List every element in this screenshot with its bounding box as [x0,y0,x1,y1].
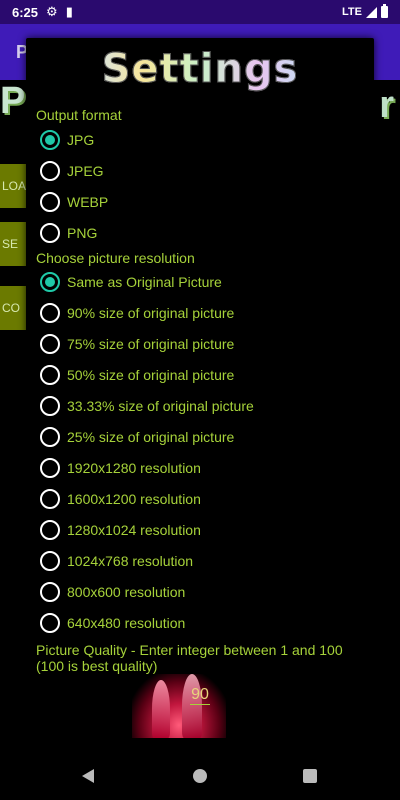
background-load-button[interactable]: LOA [0,164,28,208]
resolution-option-50[interactable]: 50% size of original picture [40,361,234,389]
resolution-option-label: 50% size of original picture [67,367,235,383]
sd-card-icon: ▮ [65,4,73,19]
radio-checked-icon[interactable] [40,130,60,150]
picture-quality-input[interactable] [190,686,210,705]
resolution-option-label: 1600x1200 resolution [67,491,201,507]
resolution-option-1920x1280[interactable]: 1920x1280 resolution [40,454,201,482]
radio-unchecked-icon[interactable] [40,520,60,540]
background-convert-button[interactable]: CO [0,286,28,330]
format-label: WEBP [67,194,109,210]
radio-unchecked-icon[interactable] [40,303,60,323]
format-label: PNG [67,225,98,241]
signal-icon [366,6,377,18]
settings-gear-icon: ⚙ [46,4,58,19]
format-option-png[interactable]: PNG [40,219,97,247]
resolution-option-label: 1280x1024 resolution [67,522,201,538]
radio-unchecked-icon[interactable] [40,365,60,385]
resolution-option-75[interactable]: 75% size of original picture [40,330,234,358]
resolution-option-original[interactable]: Same as Original Picture [40,268,222,296]
radio-unchecked-icon[interactable] [40,582,60,602]
resolution-option-label: 90% size of original picture [67,305,235,321]
format-option-jpg[interactable]: JPG [40,126,94,154]
battery-icon [381,4,388,18]
resolution-option-label: 1920x1280 resolution [67,460,201,476]
resolution-option-90[interactable]: 90% size of original picture [40,299,234,327]
resolution-option-label: 33.33% size of original picture [67,398,254,414]
resolution-option-800x600[interactable]: 800x600 resolution [40,578,185,606]
resolution-option-1024x768[interactable]: 1024x768 resolution [40,547,193,575]
radio-unchecked-icon[interactable] [40,458,60,478]
dialog-title: Settings [26,46,374,93]
background-title-right: r [379,84,394,126]
radio-unchecked-icon[interactable] [40,396,60,416]
recent-apps-icon[interactable] [303,769,317,783]
format-option-jpeg[interactable]: JPEG [40,157,104,185]
radio-unchecked-icon[interactable] [40,551,60,571]
resolution-option-label: 75% size of original picture [67,336,235,352]
resolution-option-label: 640x480 resolution [67,615,186,631]
resolution-option-label: 1024x768 resolution [67,553,194,569]
settings-dialog: Settings Output format JPG JPEG WEBP PNG… [26,38,374,738]
status-time: 6:25 [12,4,39,20]
output-format-label: Output format [36,107,122,123]
radio-unchecked-icon[interactable] [40,223,60,243]
radio-unchecked-icon[interactable] [40,192,60,212]
resolution-option-1600x1200[interactable]: 1600x1200 resolution [40,485,201,513]
resolution-option-label: 800x600 resolution [67,584,186,600]
background-select-button[interactable]: SE [0,222,28,266]
resolution-option-label: 25% size of original picture [67,429,235,445]
network-type: LTE [342,6,362,18]
radio-checked-icon[interactable] [40,272,60,292]
resolution-option-25[interactable]: 25% size of original picture [40,423,234,451]
home-icon[interactable] [193,769,207,783]
resolution-option-label: Same as Original Picture [67,274,222,290]
format-label: JPG [67,132,95,148]
picture-quality-label: Picture Quality - Enter integer between … [36,642,343,674]
back-icon[interactable] [82,769,94,783]
radio-unchecked-icon[interactable] [40,161,60,181]
format-label: JPEG [67,163,104,179]
resolution-option-1280x1024[interactable]: 1280x1024 resolution [40,516,201,544]
radio-unchecked-icon[interactable] [40,427,60,447]
radio-unchecked-icon[interactable] [40,489,60,509]
format-option-webp[interactable]: WEBP [40,188,108,216]
resolution-option-33[interactable]: 33.33% size of original picture [40,392,254,420]
resolution-label: Choose picture resolution [36,250,195,266]
navigation-bar [0,752,400,800]
resolution-option-640x480[interactable]: 640x480 resolution [40,609,185,637]
status-bar: 6:25 ⚙ ▮ LTE [0,0,400,24]
background-title-left: P [0,80,26,122]
radio-unchecked-icon[interactable] [40,613,60,633]
flame-background-image [132,674,226,738]
radio-unchecked-icon[interactable] [40,334,60,354]
